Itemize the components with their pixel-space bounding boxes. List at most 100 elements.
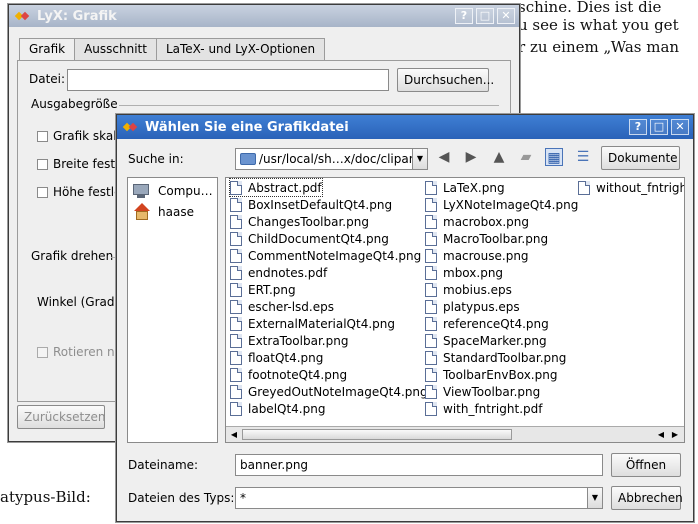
file-item[interactable]: endnotes.pdf [230,264,327,281]
checkbox-label: Grafik skal [53,129,117,143]
file-icon [425,214,437,229]
file-name: ExternalMaterialQt4.png [248,316,395,331]
documents-button[interactable]: Dokumente [601,146,680,170]
look-in-label: Suche in: [128,152,184,166]
lyx-logo-icon [123,121,139,133]
chevron-down-icon[interactable]: ▼ [412,149,427,169]
scrollbar-thumb[interactable] [242,429,512,440]
file-item[interactable]: GreyedOutNoteImageQt4.png [230,383,428,400]
doc-line: u see is what you get [518,16,679,34]
file-item[interactable]: ViewToolbar.png [425,383,540,400]
detail-view-icon[interactable]: ☰ [574,148,592,166]
scroll-left-icon[interactable]: ◀ [227,428,241,441]
filename-input[interactable]: banner.png [235,454,603,476]
file-item[interactable]: mbox.png [425,264,503,281]
checkbox-box [37,130,48,142]
file-item[interactable]: escher-lsd.eps [230,298,334,315]
file-name: LaTeX.png [443,180,505,195]
rotate-checkbox[interactable]: Rotieren na [37,345,122,359]
file-name: mobius.eps [443,282,512,297]
new-folder-icon[interactable]: ▰ [517,148,535,166]
reset-button[interactable]: Zurücksetzen [17,405,106,429]
file-icon [425,282,437,297]
file-icon [425,367,437,382]
list-view-icon[interactable]: ▦ [545,148,563,166]
doc-line: atypus-Bild: [0,488,91,506]
sidebar-item-label: Compu… [158,184,213,198]
file-item[interactable]: StandardToolbar.png [425,349,566,366]
file-chooser-title: Wählen Sie eine Grafikdatei [145,119,349,135]
sidebar-item-home[interactable]: haase [132,203,194,221]
help-button[interactable]: ? [455,8,473,24]
chevron-down-icon[interactable]: ▼ [587,488,602,508]
cancel-button[interactable]: Abbrechen [611,486,683,510]
file-item[interactable]: platypus.eps [425,298,520,315]
file-icon [425,231,437,246]
rotate-group-label: Grafik drehen [31,249,114,263]
file-item[interactable]: ERT.png [230,281,296,298]
file-item[interactable]: ChangesToolbar.png [230,213,369,230]
file-item[interactable]: MacroToolbar.png [425,230,548,247]
file-icon [230,316,242,331]
angle-label: Winkel (Grad) [37,295,120,309]
tab-grafik[interactable]: Grafik [19,38,76,61]
close-button[interactable]: ✕ [497,8,515,24]
file-name: escher-lsd.eps [248,299,334,314]
file-item[interactable]: ExtraToolbar.png [230,332,348,349]
file-item[interactable]: SpaceMarker.png [425,332,547,349]
browse-button[interactable]: Durchsuchen... [397,68,494,92]
fixed-height-checkbox[interactable]: Höhe festle [37,185,121,199]
checkbox-box [37,186,48,198]
file-item[interactable]: mobius.eps [425,281,512,298]
file-item[interactable]: CommentNoteImageQt4.png [230,247,421,264]
file-item[interactable]: ChildDocumentQt4.png [230,230,389,247]
file-item[interactable]: footnoteQt4.png [230,366,347,383]
file-icon [425,350,437,365]
close-button[interactable]: ✕ [671,119,689,135]
file-list: Abstract.pdf BoxInsetDefaultQt4.png Chan… [225,177,685,443]
open-button[interactable]: Öffnen [611,453,681,477]
tab-latex-options[interactable]: LaTeX- und LyX-Optionen [155,38,326,60]
file-chooser-titlebar[interactable]: Wählen Sie eine Grafikdatei ? □ ✕ [117,115,693,139]
scale-graphic-checkbox[interactable]: Grafik skal [37,129,117,143]
file-item[interactable]: LyXNoteImageQt4.png [425,196,578,213]
scroll-left-icon[interactable]: ◀ [654,428,668,441]
output-size-group-label: Ausgabegröße [31,97,118,111]
file-item[interactable]: with_fntright.pdf [425,400,542,417]
file-icon [230,214,242,229]
file-icon [425,316,437,331]
filetype-combo[interactable]: * ▼ [235,487,603,509]
file-name: labelQt4.png [248,401,326,416]
file-item[interactable]: ExternalMaterialQt4.png [230,315,395,332]
fixed-width-checkbox[interactable]: Breite festle [37,157,126,171]
look-in-combo[interactable]: /usr/local/sh…x/doc/clipart ▼ [235,148,428,170]
file-item[interactable]: macrobox.png [425,213,529,230]
file-item[interactable]: BoxInsetDefaultQt4.png [230,196,392,213]
file-item[interactable]: floatQt4.png [230,349,323,366]
forward-arrow-icon[interactable]: ▶ [462,148,480,166]
sidebar-item-computer[interactable]: Compu… [132,182,213,200]
file-item[interactable]: ToolbarEnvBox.png [425,366,557,383]
file-item[interactable]: labelQt4.png [230,400,325,417]
file-item[interactable]: Abstract.pdf [229,178,323,197]
graphics-dialog-titlebar[interactable]: LyX: Grafik ? □ ✕ [9,5,519,27]
maximize-button[interactable]: □ [476,8,494,24]
file-item[interactable]: without_fntrigh [578,179,685,196]
file-name: ToolbarEnvBox.png [443,367,558,382]
file-item[interactable]: macrouse.png [425,247,529,264]
file-name: without_fntrigh [596,180,685,195]
file-name: StandardToolbar.png [443,350,567,365]
help-button[interactable]: ? [629,119,647,135]
up-arrow-icon[interactable]: ▲ [490,148,508,166]
maximize-button[interactable]: □ [650,119,668,135]
file-name: LyXNoteImageQt4.png [443,197,579,212]
file-icon [425,333,437,348]
file-item[interactable]: LaTeX.png [425,179,505,196]
file-path-input[interactable] [67,69,389,91]
tab-ausschnitt[interactable]: Ausschnitt [74,38,157,60]
scroll-right-icon[interactable]: ▶ [668,428,682,441]
horizontal-scrollbar[interactable]: ◀ ◀ ▶ [226,426,684,442]
file-icon [425,180,437,195]
file-item[interactable]: referenceQt4.png [425,315,549,332]
back-arrow-icon[interactable]: ◀ [435,148,453,166]
